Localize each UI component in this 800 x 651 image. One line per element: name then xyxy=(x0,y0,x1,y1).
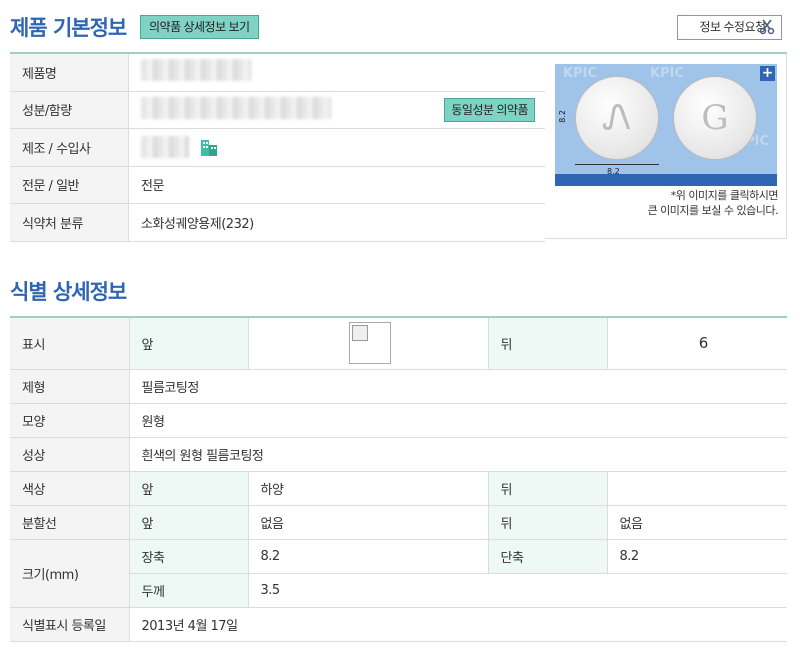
value-register-date: 2013년 4월 17일 xyxy=(129,607,787,642)
table-row: 모양 원형 xyxy=(10,403,787,438)
pill-back: G xyxy=(673,76,757,160)
size-long-label: 장축 xyxy=(129,539,249,574)
value-classification: 소화성궤양용제(232) xyxy=(141,216,254,232)
watermark: KPIC xyxy=(650,66,684,81)
size-short-label: 단축 xyxy=(488,539,608,574)
pill-front-mark: Ꮑ xyxy=(602,98,632,138)
size-short-value: 8.2 xyxy=(607,539,787,574)
image-note: *위 이미지를 클릭하시면 큰 이미지를 보실 수 있습니다. xyxy=(647,188,779,218)
redacted-ingredients xyxy=(141,96,331,119)
basic-row-product-name: 제품명 xyxy=(10,54,545,92)
table-row: 제형 필름코팅정 xyxy=(10,369,787,404)
broken-image-icon xyxy=(348,322,391,365)
color-front-value: 하양 xyxy=(248,471,489,506)
watermark: KPIC xyxy=(563,66,597,81)
dimension-side: 8.2 xyxy=(558,110,567,123)
table-row: 표시 앞 뒤 6 xyxy=(10,317,787,370)
label-score: 분할선 xyxy=(10,505,130,540)
label-manufacturer: 제조 / 수입사 xyxy=(10,129,129,166)
table-row: 크기(mm) 장축 8.2 단축 8.2 xyxy=(10,539,787,608)
mark-front-label: 앞 xyxy=(129,317,249,370)
zoom-plus-icon[interactable]: + xyxy=(760,66,775,81)
value-property: 흰색의 원형 필름코팅정 xyxy=(129,437,787,472)
pill-back-mark: G xyxy=(701,98,729,138)
score-front-value: 없음 xyxy=(248,505,489,540)
label-shape: 모양 xyxy=(10,403,130,438)
label-type: 전문 / 일반 xyxy=(10,166,129,203)
score-back-value: 없음 xyxy=(607,505,787,540)
label-classification: 식약처 분류 xyxy=(10,204,129,241)
color-back-label: 뒤 xyxy=(488,471,608,506)
value-shape: 원형 xyxy=(129,403,787,438)
basic-row-ingredients: 성분/함량 동일성분 의약품 xyxy=(10,91,545,129)
drug-detail-button[interactable]: 의약품 상세정보 보기 xyxy=(140,15,259,39)
label-ingredients: 성분/함량 xyxy=(10,91,129,128)
same-ingredient-button[interactable]: 동일성분 의약품 xyxy=(444,97,535,122)
table-row: 분할선 앞 없음 뒤 없음 xyxy=(10,505,787,540)
basic-info-title: 제품 기본정보 xyxy=(10,16,127,40)
identification-title: 식별 상세정보 xyxy=(10,280,127,304)
redacted-manufacturer[interactable] xyxy=(141,136,189,159)
building-icon[interactable] xyxy=(199,137,219,157)
color-back-value xyxy=(607,471,787,506)
image-footer-bar xyxy=(555,174,777,186)
scissors-icon xyxy=(759,19,775,35)
size-long-value: 8.2 xyxy=(248,539,489,574)
color-front-label: 앞 xyxy=(129,471,249,506)
pill-image-box: KPIC KPIC KPIC Ꮑ G 8.2 8.2 + *위 이미지를 클릭하… xyxy=(545,52,787,239)
label-property: 성상 xyxy=(10,437,130,472)
image-note-line1: *위 이미지를 클릭하시면 xyxy=(670,189,779,202)
basic-row-type: 전문 / 일반 전문 xyxy=(10,166,545,204)
label-product-name: 제품명 xyxy=(10,54,129,91)
image-note-line2: 큰 이미지를 보실 수 있습니다. xyxy=(647,204,779,217)
size-thick-label: 두께 xyxy=(129,573,249,608)
edit-request-button[interactable]: 정보 수정요청 xyxy=(677,15,782,40)
mark-back-value: 6 xyxy=(607,317,787,370)
value-product-name xyxy=(129,59,251,85)
score-front-label: 앞 xyxy=(129,505,249,540)
basic-info-table: 제품명 성분/함량 동일성분 의약품 제조 / 수입사 전문 / 일반 전문 식… xyxy=(10,52,545,242)
mark-front-image xyxy=(248,317,489,370)
pill-front: Ꮑ xyxy=(575,76,659,160)
dimension-line xyxy=(575,164,659,165)
table-row: 식별표시 등록일 2013년 4월 17일 xyxy=(10,607,787,642)
mark-back-label: 뒤 xyxy=(488,317,608,370)
score-back-label: 뒤 xyxy=(488,505,608,540)
basic-row-manufacturer: 제조 / 수입사 xyxy=(10,129,545,167)
identification-table: 표시 앞 뒤 6 제형 필름코팅정 모양 원형 성상 흰색의 원형 필름코팅정 … xyxy=(10,316,787,642)
value-type: 전문 xyxy=(141,179,164,195)
value-form: 필름코팅정 xyxy=(129,369,787,404)
label-register-date: 식별표시 등록일 xyxy=(10,607,130,642)
redacted-product-name xyxy=(141,59,251,82)
size-thick-value: 3.5 xyxy=(248,573,787,608)
label-size: 크기(mm) xyxy=(10,539,130,608)
label-mark: 표시 xyxy=(10,317,130,370)
pill-image[interactable]: KPIC KPIC KPIC Ꮑ G 8.2 8.2 + xyxy=(555,64,777,186)
value-manufacturer[interactable] xyxy=(129,136,219,159)
edit-request-label: 정보 수정요청 xyxy=(699,20,766,34)
label-form: 제형 xyxy=(10,369,130,404)
value-ingredients xyxy=(129,96,331,123)
label-color: 색상 xyxy=(10,471,130,506)
table-row: 색상 앞 하양 뒤 xyxy=(10,471,787,506)
basic-row-classification: 식약처 분류 소화성궤양용제(232) xyxy=(10,204,545,242)
table-row: 성상 흰색의 원형 필름코팅정 xyxy=(10,437,787,472)
